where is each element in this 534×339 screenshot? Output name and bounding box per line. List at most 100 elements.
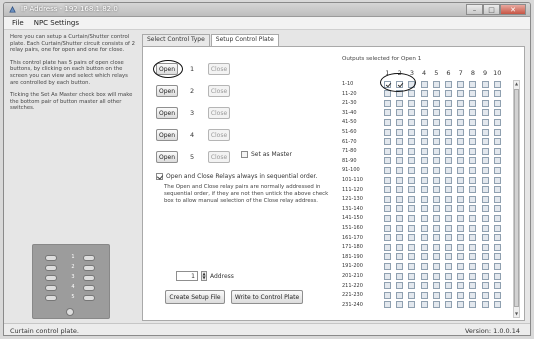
address-spinner[interactable]: ▲ ▼	[201, 271, 207, 281]
output-checkbox[interactable]	[445, 186, 452, 194]
output-checkbox[interactable]	[445, 195, 452, 203]
output-checkbox[interactable]	[384, 253, 391, 261]
output-checkbox[interactable]	[481, 263, 489, 271]
output-checkbox[interactable]	[420, 291, 428, 299]
output-checkbox[interactable]	[445, 109, 452, 117]
output-checkbox[interactable]	[493, 147, 501, 155]
output-checkbox[interactable]	[445, 99, 452, 107]
output-checkbox[interactable]	[457, 128, 465, 136]
output-checkbox[interactable]	[384, 176, 391, 184]
output-checkbox[interactable]	[481, 99, 489, 107]
open-button[interactable]: Open	[156, 151, 178, 163]
close-button[interactable]: Close	[208, 129, 230, 141]
output-checkbox[interactable]	[469, 224, 477, 232]
output-checkbox[interactable]	[384, 234, 391, 242]
output-checkbox[interactable]	[457, 109, 465, 117]
output-checkbox[interactable]	[432, 186, 440, 194]
address-input[interactable]: 1	[176, 271, 198, 281]
output-checkbox[interactable]	[432, 282, 440, 290]
scroll-up-icon[interactable]: ▲	[514, 81, 519, 87]
close-button[interactable]: Close	[208, 151, 230, 163]
output-checkbox[interactable]	[493, 167, 501, 175]
output-checkbox[interactable]	[457, 186, 465, 194]
output-checkbox[interactable]	[493, 282, 501, 290]
plate-close-button[interactable]	[83, 295, 95, 301]
output-checkbox[interactable]	[396, 234, 404, 242]
output-checkbox[interactable]	[457, 99, 465, 107]
output-checkbox[interactable]	[432, 80, 440, 88]
output-checkbox[interactable]	[432, 119, 440, 127]
output-checkbox[interactable]	[445, 224, 452, 232]
output-checkbox[interactable]	[408, 215, 416, 223]
output-checkbox[interactable]	[469, 128, 477, 136]
output-checkbox[interactable]	[396, 272, 404, 280]
output-checkbox[interactable]	[493, 215, 501, 223]
output-checkbox[interactable]	[493, 128, 501, 136]
output-checkbox[interactable]	[396, 263, 404, 271]
plate-close-button[interactable]	[83, 265, 95, 271]
output-checkbox[interactable]	[396, 291, 404, 299]
output-checkbox[interactable]	[481, 253, 489, 261]
plate-master-knob[interactable]	[66, 308, 74, 316]
output-checkbox[interactable]	[408, 243, 416, 251]
output-checkbox[interactable]	[396, 205, 404, 213]
output-checkbox[interactable]	[469, 119, 477, 127]
output-checkbox[interactable]	[457, 253, 465, 261]
output-checkbox[interactable]	[432, 90, 440, 98]
output-checkbox[interactable]	[408, 301, 416, 309]
output-checkbox[interactable]	[481, 224, 489, 232]
output-checkbox[interactable]	[396, 301, 404, 309]
output-checkbox[interactable]	[457, 282, 465, 290]
output-checkbox[interactable]	[396, 282, 404, 290]
output-checkbox[interactable]	[420, 195, 428, 203]
output-checkbox[interactable]	[457, 291, 465, 299]
output-checkbox[interactable]	[408, 119, 416, 127]
output-checkbox[interactable]	[457, 176, 465, 184]
output-checkbox[interactable]	[469, 301, 477, 309]
output-checkbox[interactable]	[420, 263, 428, 271]
output-checkbox[interactable]	[445, 138, 452, 146]
output-checkbox[interactable]	[481, 80, 489, 88]
output-checkbox[interactable]	[408, 224, 416, 232]
output-checkbox[interactable]	[432, 157, 440, 165]
output-checkbox[interactable]	[481, 272, 489, 280]
plate-close-button[interactable]	[83, 275, 95, 281]
plate-close-button[interactable]	[83, 255, 95, 261]
output-checkbox[interactable]	[493, 157, 501, 165]
output-checkbox[interactable]	[432, 234, 440, 242]
output-checkbox[interactable]	[384, 109, 391, 117]
output-checkbox[interactable]	[420, 109, 428, 117]
output-checkbox[interactable]	[457, 224, 465, 232]
output-checkbox[interactable]	[408, 167, 416, 175]
output-checkbox[interactable]	[396, 224, 404, 232]
output-checkbox[interactable]	[420, 186, 428, 194]
output-checkbox[interactable]	[493, 224, 501, 232]
output-checkbox[interactable]	[469, 291, 477, 299]
close-button[interactable]: Close	[208, 107, 230, 119]
output-checkbox[interactable]	[493, 109, 501, 117]
output-checkbox[interactable]	[457, 243, 465, 251]
output-checkbox[interactable]	[445, 263, 452, 271]
output-checkbox[interactable]	[493, 234, 501, 242]
output-checkbox[interactable]	[432, 128, 440, 136]
output-checkbox[interactable]	[493, 195, 501, 203]
create-setup-file-button[interactable]: Create Setup File	[165, 290, 225, 304]
output-checkbox[interactable]	[384, 157, 391, 165]
output-checkbox[interactable]	[493, 291, 501, 299]
output-checkbox[interactable]	[384, 205, 391, 213]
output-checkbox[interactable]	[469, 80, 477, 88]
output-checkbox[interactable]	[493, 253, 501, 261]
output-checkbox[interactable]	[469, 99, 477, 107]
maximize-button[interactable]: □	[483, 4, 500, 15]
output-checkbox[interactable]	[481, 205, 489, 213]
output-checkbox[interactable]	[469, 263, 477, 271]
output-checkbox[interactable]	[493, 99, 501, 107]
title-bar[interactable]: IP Address - 192.168.1.82.0 – □ ✕	[4, 3, 530, 17]
output-checkbox[interactable]	[457, 215, 465, 223]
output-checkbox[interactable]	[481, 215, 489, 223]
output-checkbox[interactable]	[432, 99, 440, 107]
output-checkbox[interactable]	[396, 215, 404, 223]
output-checkbox[interactable]	[457, 90, 465, 98]
output-checkbox[interactable]	[408, 282, 416, 290]
output-checkbox[interactable]	[457, 234, 465, 242]
